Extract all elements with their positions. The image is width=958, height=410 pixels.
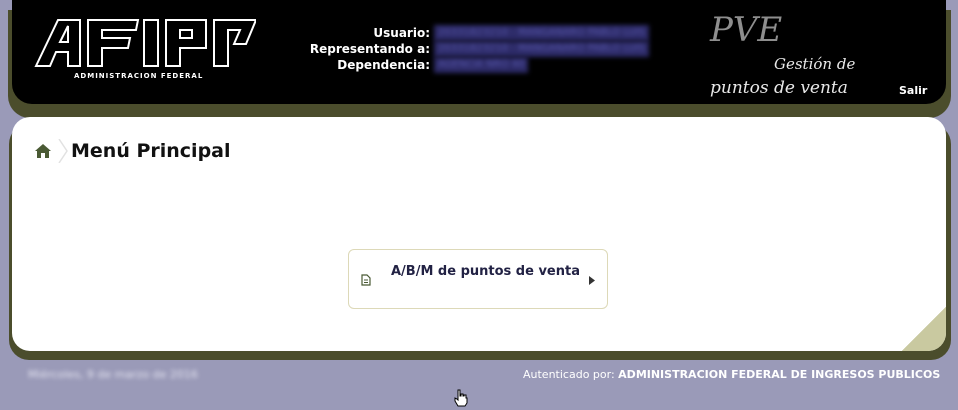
representing-value: 20331823210 - MANGANARO PABLO LUIS [434,41,649,57]
menu-item-abm-puntos-de-venta[interactable]: A/B/M de puntos de venta [348,249,608,309]
representing-label: Representando a: [309,42,430,56]
breadcrumb-separator [58,139,68,163]
menu-item-label: A/B/M de puntos de venta [391,264,580,279]
app-title: PVE [710,10,783,50]
user-value: 20331823210 - MANGANARO PABLO LUIS [434,25,649,41]
afip-logo: ADMINISTRACION FEDERAL [34,18,256,82]
logout-link[interactable]: Salir [899,84,927,97]
dependency-value: AGENCIA NRO 40 [434,57,529,73]
breadcrumb: Menú Principal [34,139,231,163]
corner-fold [902,307,946,351]
home-icon[interactable] [34,142,52,160]
main-panel: Menú Principal A/B/M de puntos de venta [12,117,946,351]
header: ADMINISTRACION FEDERAL Usuario: 20331823… [12,0,946,104]
user-label: Usuario: [373,26,430,40]
user-row-dependencia: Dependencia: AGENCIA NRO 40 [302,57,649,73]
arrow-right-icon [589,276,595,285]
auth-label: Autenticado por: [523,368,615,381]
hand-cursor-icon [454,389,468,407]
dependency-label: Dependencia: [337,58,430,72]
app-subtitle-2: puntos de venta [710,78,848,98]
auth-organization: ADMINISTRACION FEDERAL DE INGRESOS PUBLI… [618,368,941,381]
footer-auth: Autenticado por: ADMINISTRACION FEDERAL … [523,368,940,381]
page-title: Menú Principal [71,140,231,162]
document-icon [361,274,371,286]
user-row-usuario: Usuario: 20331823210 - MANGANARO PABLO L… [302,25,649,41]
app-subtitle-1: Gestión de [774,55,856,73]
user-row-representando: Representando a: 20331823210 - MANGANARO… [302,41,649,57]
user-info: Usuario: 20331823210 - MANGANARO PABLO L… [302,25,649,73]
footer-date: Miércoles, 9 de marzo de 2016 [28,368,198,381]
logo-subtitle: ADMINISTRACION FEDERAL [74,72,204,80]
